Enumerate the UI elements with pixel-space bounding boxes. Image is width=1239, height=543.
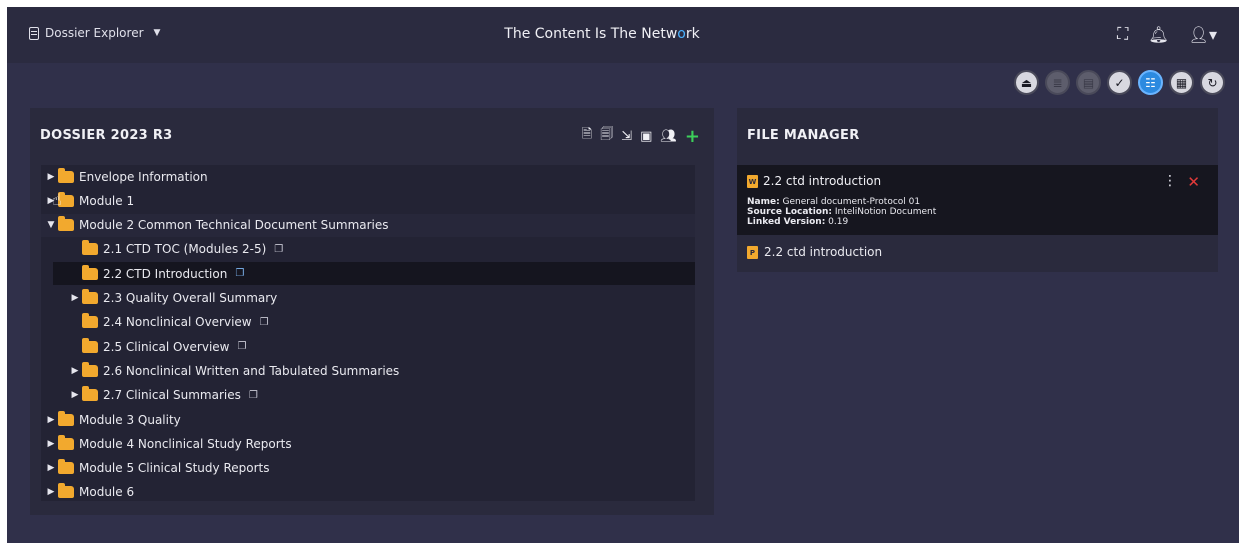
tree-item[interactable]: ▶ 2.3 Quality Overall Summary [53, 287, 695, 310]
folder-icon [82, 289, 98, 304]
check-circle-icon[interactable]: ✓ [1107, 70, 1132, 95]
top-bar: Dossier Explorer ▼ The Content Is The Ne… [7, 7, 1239, 63]
folder-icon [82, 337, 98, 353]
users-icon[interactable]: 👥︎ [660, 129, 677, 144]
user-icon[interactable]: 👤︎▾ [1189, 25, 1217, 44]
app-window: Dossier Explorer ▼ The Content Is The Ne… [7, 7, 1239, 543]
export-icon[interactable]: ⏏ [1014, 70, 1039, 95]
tree-item[interactable]: ▶ Module 6 [41, 481, 695, 504]
tree-item-label: Module 3 Quality [79, 412, 181, 427]
view-toolbar: ⏏ ≣ ▤ ✓ ☷ ▦ ↻ [1014, 70, 1225, 95]
tree-item-label: 2.3 Quality Overall Summary [103, 291, 278, 305]
add-icon[interactable]: + [685, 126, 700, 147]
folder-icon [82, 361, 98, 377]
table-view-icon[interactable]: ▦ [1169, 70, 1194, 95]
file-card-details: Name: General document-Protocol 01 Sourc… [747, 197, 937, 227]
dossier-actions: 🗎 🗐 ⇲ ▣ 👥︎ + [582, 125, 700, 147]
caret-right-icon[interactable]: ▶ [69, 293, 81, 303]
folder-icon [58, 459, 74, 475]
tree-item-label: Module 1 [79, 193, 135, 208]
top-right-icons: ⛶ 🔔︎ 👤︎▾ [1117, 24, 1217, 44]
copy-icon[interactable]: ❐ [237, 341, 246, 352]
tree-item[interactable]: 2.2 CTD Introduction ❐ [53, 262, 695, 286]
word-document-icon: W [747, 174, 758, 188]
folder-icon [82, 240, 98, 256]
page-title: The Content Is The Network [504, 26, 700, 42]
copy-icon[interactable]: ❐ [249, 390, 258, 401]
tree-item-label: 2.4 Nonclinical Overview [103, 315, 252, 330]
close-icon[interactable]: ✕ [1187, 173, 1200, 191]
bell-icon[interactable]: 🔔︎ [1148, 25, 1168, 44]
hand-cursor-icon: ☝ [52, 190, 62, 209]
caret-down-icon[interactable]: ▼ [45, 220, 57, 230]
tree-item-label: Module 4 Nonclinical Study Reports [79, 436, 292, 451]
caret-right-icon[interactable]: ▶ [45, 172, 57, 182]
folder-icon [58, 216, 74, 232]
caret-right-icon[interactable]: ▶ [45, 487, 57, 497]
dossier-tree: ▶ Envelope Information ▶ Module 1 ▼ Module 2 … [41, 165, 695, 501]
tree-item[interactable]: 2.5 Clinical Overview ❐ [53, 335, 695, 358]
caret-right-icon[interactable]: ▶ [69, 390, 81, 400]
tree-item[interactable]: ▶ 2.7 Clinical Summaries ❐ [53, 384, 695, 407]
tree-item[interactable]: ▶ Module 1 [41, 189, 695, 212]
tree-item-label: 2.7 Clinical Summaries [103, 388, 241, 403]
caret-right-icon[interactable]: ▶ [45, 439, 57, 449]
tree-item-label: 2.5 Clinical Overview [103, 339, 230, 354]
tree-item[interactable]: ▶ Envelope Information [41, 165, 695, 188]
pdf-document-icon: P [747, 245, 758, 259]
dossier-panel: DOSSIER 2023 R3 🗎 🗐 ⇲ ▣ 👥︎ + ▶ Envelope I… [30, 108, 714, 515]
new-document-icon[interactable]: 🗎 [582, 125, 592, 147]
tree-item[interactable]: ▶ Module 5 Clinical Study Reports [41, 457, 695, 480]
caret-right-icon[interactable]: ▶ [45, 463, 57, 473]
tree-item[interactable]: ▶ Module 3 Quality [41, 408, 695, 431]
pdf-file-item[interactable]: P 2.2 ctd introduction [747, 245, 882, 259]
checklist-icon[interactable]: ▣ [640, 129, 652, 144]
import-icon[interactable]: ⇲ [621, 129, 632, 144]
file-card-title: W 2.2 ctd introduction [747, 174, 882, 188]
tree-item[interactable]: ▼ Module 2 Common Technical Document Summ… [41, 213, 695, 237]
tree-item-label: Module 5 Clinical Study Reports [79, 461, 270, 476]
copy-icon[interactable]: ❐ [235, 268, 244, 279]
tree-item[interactable]: 2.1 CTD TOC (Modules 2-5) ❐ [53, 238, 695, 261]
tree-item[interactable]: 2.4 Nonclinical Overview ❐ [53, 311, 695, 334]
folder-icon [58, 434, 74, 450]
refresh-icon[interactable]: ↻ [1200, 70, 1225, 95]
copy-icon[interactable]: ❐ [274, 244, 283, 255]
file-card[interactable]: W 2.2 ctd introduction ⋮ ✕ Name: General… [737, 165, 1218, 235]
tree-item-label: 2.1 CTD TOC (Modules 2-5) [103, 242, 267, 257]
file-manager-title: FILE MANAGER [747, 128, 860, 143]
tree-item-label: Module 2 Common Technical Document Summa… [79, 218, 389, 233]
folder-icon [58, 167, 74, 183]
tree-item[interactable]: ▶ Module 4 Nonclinical Study Reports [41, 432, 695, 455]
folder-icon [58, 410, 74, 426]
tree-item-label: 2.6 Nonclinical Written and Tabulated Su… [103, 363, 400, 378]
stack-icon[interactable]: ≣ [1045, 70, 1070, 95]
tree-view-icon[interactable]: ☷ [1138, 70, 1163, 95]
dossier-title: DOSSIER 2023 R3 [40, 128, 173, 143]
tree-item-label: Module 6 [79, 485, 135, 500]
more-options-icon[interactable]: ⋮ [1163, 173, 1177, 189]
caret-right-icon[interactable]: ▶ [45, 415, 57, 425]
tree-item[interactable]: ▶ 2.6 Nonclinical Written and Tabulated S… [53, 359, 695, 382]
folder-icon [82, 386, 98, 402]
tree-item-label: Envelope Information [79, 169, 208, 184]
tree-item-label: 2.2 CTD Introduction [103, 266, 228, 281]
copy-icon[interactable]: ❐ [260, 317, 269, 328]
folder-icon [58, 483, 74, 499]
document-settings-icon[interactable]: 🗐 [600, 125, 613, 147]
folder-icon [82, 264, 98, 280]
folder-icon [82, 313, 98, 329]
file-manager-panel: FILE MANAGER W 2.2 ctd introduction ⋮ ✕ … [737, 108, 1218, 272]
caret-right-icon[interactable]: ▶ [69, 366, 81, 376]
fullscreen-icon[interactable]: ⛶ [1117, 24, 1128, 44]
clipboard-icon[interactable]: ▤ [1076, 70, 1101, 95]
